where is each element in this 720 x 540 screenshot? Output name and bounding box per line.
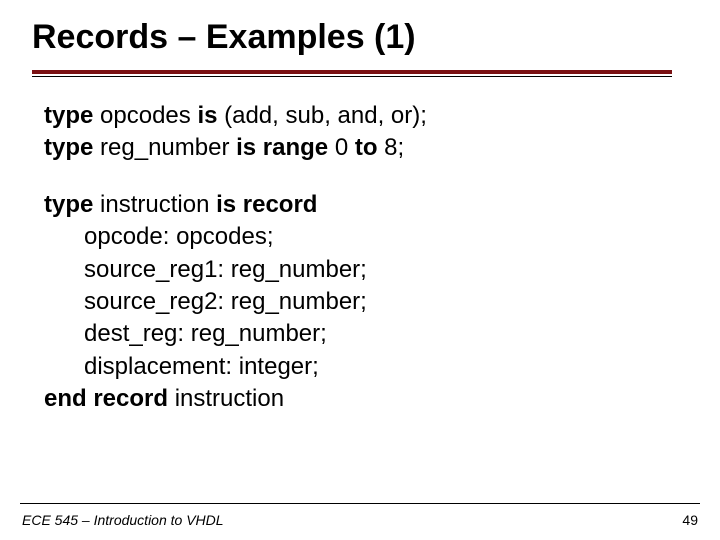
slide-body: type opcodes is (add, sub, and, or); typ… [44, 100, 676, 416]
code-line-8: displacement: integer; [44, 351, 676, 383]
title-underline [32, 70, 672, 76]
code-line-9: end record instruction [44, 383, 676, 415]
text: 0 [328, 134, 355, 161]
blank-line [44, 165, 676, 189]
code-line-1: type opcodes is (add, sub, and, or); [44, 100, 676, 132]
slide-title: Records – Examples (1) [32, 18, 416, 57]
kw-to: to [355, 134, 378, 161]
kw-is-record: is record [216, 191, 317, 218]
code-line-7: dest_reg: reg_number; [44, 318, 676, 350]
footer-divider [20, 503, 700, 504]
kw-end-record: end record [44, 385, 168, 412]
footer-course: ECE 545 – Introduction to VHDL [22, 512, 224, 528]
text: instruction [168, 385, 284, 412]
code-line-2: type reg_number is range 0 to 8; [44, 132, 676, 164]
kw-type: type [44, 191, 93, 218]
code-line-3: type instruction is record [44, 189, 676, 221]
underline-thin [32, 76, 672, 77]
kw-is-range: is range [236, 134, 328, 161]
underline-thick [32, 70, 672, 74]
text: opcodes [93, 102, 197, 129]
text: instruction [93, 191, 216, 218]
footer-page-number: 49 [682, 512, 698, 528]
code-line-5: source_reg1: reg_number; [44, 254, 676, 286]
slide: Records – Examples (1) type opcodes is (… [0, 0, 720, 540]
code-line-4: opcode: opcodes; [44, 221, 676, 253]
text: (add, sub, and, or); [217, 102, 426, 129]
text: 8; [378, 134, 405, 161]
kw-type: type [44, 102, 93, 129]
text: reg_number [93, 134, 236, 161]
code-line-6: source_reg2: reg_number; [44, 286, 676, 318]
kw-is: is [197, 102, 217, 129]
kw-type: type [44, 134, 93, 161]
